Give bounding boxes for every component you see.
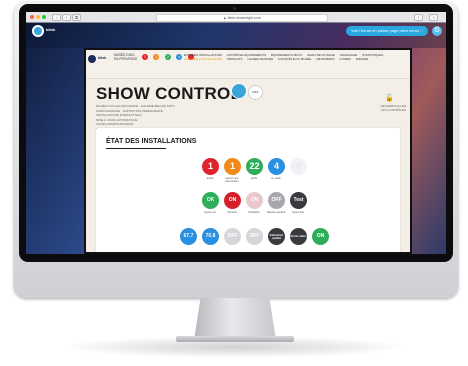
page-header: blink MUSÉE D'AIX-EN-PROVENCE 1 1 2 4 ÉT… <box>84 48 412 79</box>
app-name: blink <box>46 27 56 32</box>
toggle-label: Accès test <box>292 211 304 214</box>
page-title: SHOW CONTROL <box>96 84 242 103</box>
toggle-label: Réseau général <box>266 211 286 214</box>
toggle-test[interactable]: Test <box>290 192 307 209</box>
menu-item-cahier[interactable]: CAHIER DE BORD <box>247 57 273 61</box>
status-circle-standby[interactable]: 4 <box>268 158 285 175</box>
gear-icon[interactable]: ⚙ <box>432 26 442 36</box>
toggle-label: Ventilation <box>248 211 260 214</box>
app-logo-icon[interactable] <box>32 25 44 37</box>
fullscreen-button[interactable]: Voir l'écran en pleine page plein écran … <box>346 26 428 36</box>
panel-divider <box>106 148 166 149</box>
new-tab-icon[interactable]: + <box>429 14 439 21</box>
maximize-window-button[interactable] <box>42 15 46 19</box>
toggle-ok[interactable]: OK <box>202 192 219 209</box>
status-circle-stopped[interactable]: 1 <box>202 158 219 175</box>
reading-value-a[interactable]: 67.7 <box>180 228 197 245</box>
extinction-button[interactable]: Extinction qualité <box>268 228 285 245</box>
toggle-label: Sécurité <box>227 211 237 214</box>
web-page: blink MUSÉE D'AIX-EN-PROVENCE 1 1 2 4 ÉT… <box>84 48 412 254</box>
panel-title: ÉTAT DES INSTALLATIONS <box>106 138 197 145</box>
close-window-button[interactable] <box>30 15 34 19</box>
page-logo-text: blink <box>98 56 107 60</box>
menu-item-allumer[interactable]: ALLUMER L'INSTALLATION <box>184 57 222 61</box>
forward-button[interactable]: › <box>62 14 71 21</box>
reading-value-b[interactable]: 70.8 <box>202 228 219 245</box>
status-dot-standby[interactable]: 4 <box>176 54 183 60</box>
breadcrumb[interactable]: MUSÉE D'AIX-EN-PROVENCE <box>114 53 140 61</box>
toggle-off-a[interactable]: OFF <box>224 228 241 245</box>
menu-item-ministeres[interactable]: MINISTÈRES <box>316 57 334 61</box>
browser-actions: ↑ + <box>412 14 442 21</box>
page-logo-icon[interactable] <box>88 55 96 63</box>
imac-stand-base <box>176 336 294 342</box>
status-circle-warning[interactable]: 1 <box>224 158 241 175</box>
status-dot-active[interactable]: 2 <box>164 54 171 60</box>
url-bar[interactable]: ▲ blink.showmight.com <box>156 14 328 22</box>
imac-stand <box>194 298 276 340</box>
status-circle-other[interactable]: 0 <box>290 158 307 175</box>
status-label: en veille <box>271 177 281 180</box>
menu-item-guides[interactable]: GUIDES <box>339 57 351 61</box>
toggle-security[interactable]: ON <box>224 192 241 209</box>
title-badge: blink <box>248 85 263 100</box>
tabs-overview-button[interactable]: ⧉ <box>72 14 81 21</box>
share-icon[interactable]: ↑ <box>414 14 423 21</box>
camera-dot <box>233 7 236 10</box>
status-circle-active[interactable]: 22 <box>246 158 263 175</box>
toggle-label: Ajouré etc <box>204 211 216 214</box>
main-menu: ÉTAT DES INSTALLATIONS CONTRÔLE ÉQUIPEME… <box>184 53 410 61</box>
toggle-ventilation[interactable]: ON <box>246 192 263 209</box>
menu-item-controle-musee[interactable]: CONTRÔLE DU MUSÉE <box>278 57 311 61</box>
menu-item-produits[interactable]: PRODUITS <box>227 57 243 61</box>
lock-icon[interactable]: 🔓 <box>385 94 394 102</box>
menu-item-diriger[interactable]: DIRIGER <box>356 57 369 61</box>
subinfo-line: MUSÉE D'AIX-EN-PROVENCE · GALERIE BELLES… <box>96 104 175 108</box>
app-toolbar: blink Voir l'écran en pleine page plein … <box>26 22 446 48</box>
toggle-off-b[interactable]: OFF <box>246 228 263 245</box>
screen: ‹ › ⧉ ▲ blink.showmight.com ↑ + blink Vo… <box>26 12 446 254</box>
status-label: besoin une intervention <box>225 177 239 183</box>
lock-label: DÉVERROUILLER LES CONTRÔLES <box>380 104 406 112</box>
video-screen-button[interactable]: Ecran vidéo <box>290 228 307 245</box>
minimize-window-button[interactable] <box>36 15 40 19</box>
status-dot-stopped[interactable]: 1 <box>142 54 148 60</box>
toggle-on-final[interactable]: ON <box>312 228 329 245</box>
status-label: actifs <box>250 177 258 180</box>
toggle-network[interactable]: OFF <box>268 192 285 209</box>
status-dot-warning[interactable]: 1 <box>153 54 160 60</box>
installations-panel: ÉTAT DES INSTALLATIONS 1 arrêté 1 besoin… <box>96 128 400 254</box>
show-control-logo-icon <box>232 84 246 98</box>
status-label: arrêté <box>206 177 214 180</box>
back-button[interactable]: ‹ <box>52 14 61 21</box>
